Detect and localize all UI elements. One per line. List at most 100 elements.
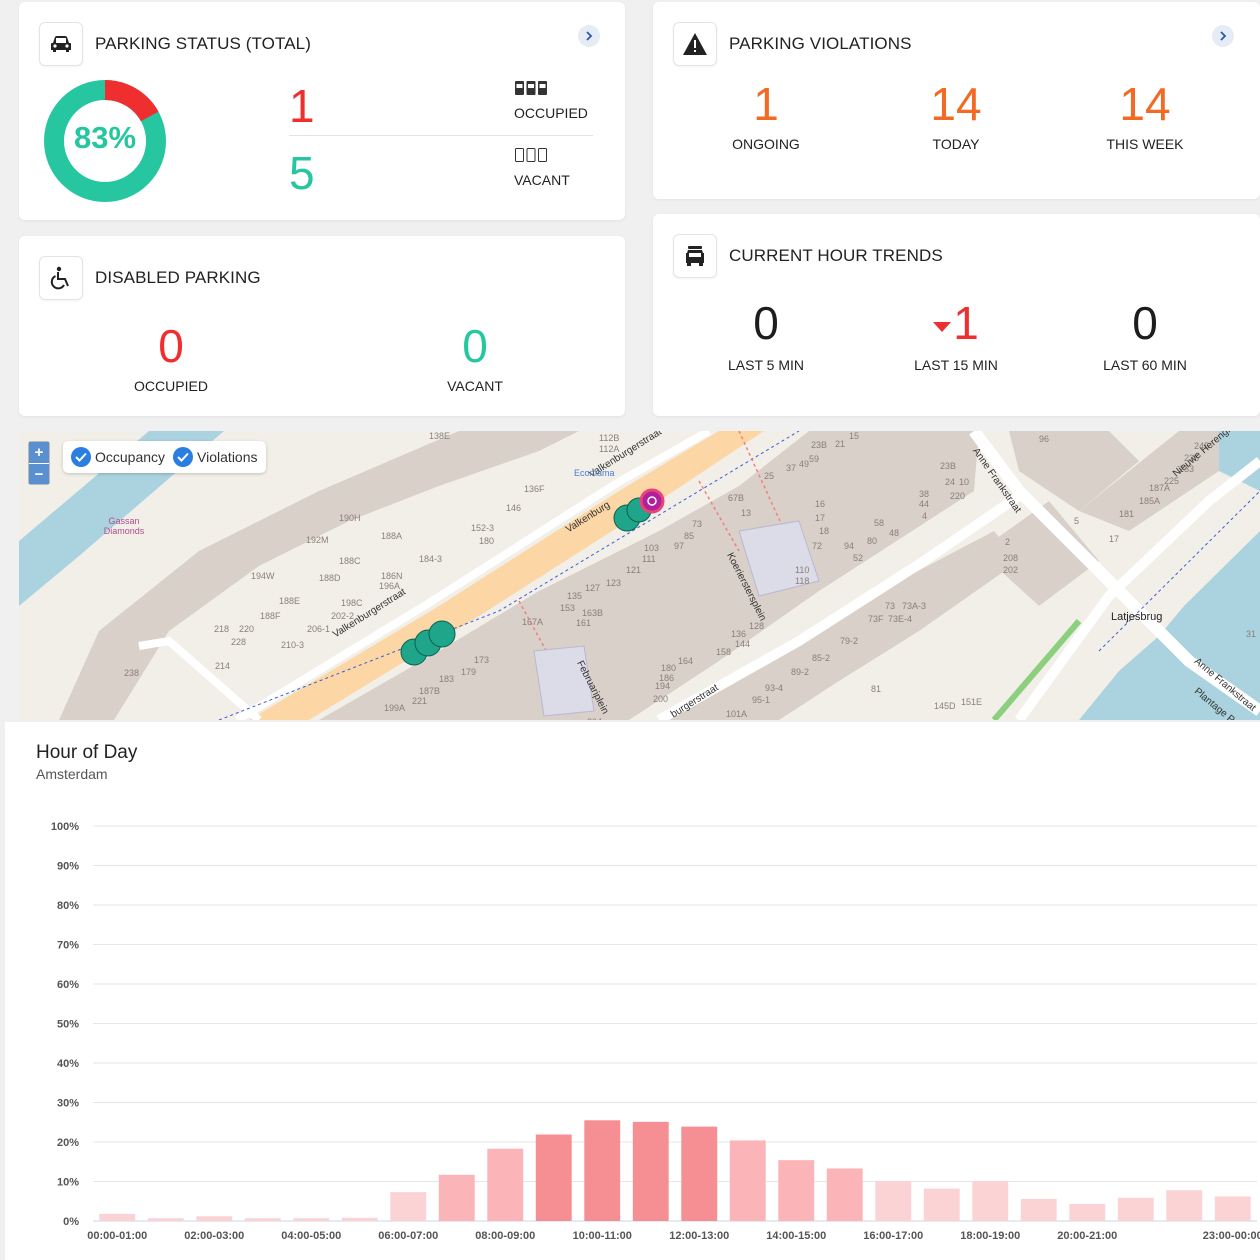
disabled-vacant-label: VACANT xyxy=(447,378,503,394)
y-tick-label: 50% xyxy=(57,1019,79,1031)
map-house-number: 145D xyxy=(934,701,956,711)
occupied-count: 1 xyxy=(289,80,315,132)
x-tick-label: 04:00-05:00 xyxy=(281,1230,341,1242)
occupancy-checkbox[interactable] xyxy=(71,447,91,467)
card-title: DISABLED PARKING xyxy=(95,268,261,287)
bar[interactable] xyxy=(923,1188,960,1221)
x-tick-label: 18:00-19:00 xyxy=(960,1230,1020,1242)
map-house-number: 89-2 xyxy=(791,667,810,677)
zoom-in-button[interactable]: + xyxy=(29,442,49,463)
bar[interactable] xyxy=(196,1216,233,1221)
bar[interactable] xyxy=(244,1218,281,1221)
y-tick-label: 10% xyxy=(57,1177,79,1189)
bar[interactable] xyxy=(632,1121,669,1221)
x-tick-label: 02:00-03:00 xyxy=(184,1230,244,1242)
violations-layer-label[interactable]: Violations xyxy=(197,449,257,465)
bar[interactable] xyxy=(972,1181,1009,1221)
hour-of-day-bar-chart: 0% 10% 20% 30% 40% 50% 60% 70% 80% 90% 100% 00:00-0… xyxy=(51,821,1260,1242)
y-tick-label: 20% xyxy=(57,1137,79,1149)
vacant-count: 5 xyxy=(289,147,315,199)
trend-down-icon xyxy=(933,321,952,332)
y-tick-label: 80% xyxy=(57,900,79,912)
bar[interactable] xyxy=(778,1160,815,1221)
map-house-number: 180 xyxy=(479,536,495,546)
chevron-right-icon[interactable] xyxy=(1212,25,1234,47)
map-zoom-control[interactable]: + − xyxy=(28,441,50,485)
car-front-icon xyxy=(673,234,717,278)
map-house-number: 59 xyxy=(809,454,820,464)
map-house-number: 198C xyxy=(341,598,363,608)
map-house-number: 85-2 xyxy=(812,653,831,663)
map-house-number: 73E-4 xyxy=(888,614,913,624)
map-house-number: 200 xyxy=(653,694,669,704)
violations-ongoing-label: ONGOING xyxy=(732,136,800,152)
bar[interactable] xyxy=(1069,1204,1106,1221)
bar[interactable] xyxy=(1117,1197,1154,1221)
occupancy-layer-label[interactable]: Occupancy xyxy=(95,449,165,465)
map-house-number: 37 xyxy=(786,463,797,473)
wheelchair-icon xyxy=(39,256,83,300)
map-house-number: 96 xyxy=(1039,434,1050,444)
bar[interactable] xyxy=(1214,1196,1251,1221)
map-house-number: 38 xyxy=(919,489,930,499)
map-house-number: 118 xyxy=(795,576,810,586)
bar[interactable] xyxy=(535,1134,572,1221)
map-poi-label: Ecomama xyxy=(574,468,615,478)
x-tick-label: 10:00-11:00 xyxy=(573,1230,632,1242)
map-house-number: 72 xyxy=(812,541,823,551)
chevron-right-icon[interactable] xyxy=(578,25,600,47)
map-house-number: 128 xyxy=(749,621,765,631)
y-tick-label: 0% xyxy=(63,1216,79,1228)
bar[interactable] xyxy=(1166,1190,1203,1221)
occupied-icon xyxy=(514,80,548,101)
disabled-occupied-value: 0 xyxy=(158,320,184,372)
map-house-number: 73 xyxy=(885,601,896,611)
map-house-number: 31 xyxy=(1246,629,1257,639)
bar[interactable] xyxy=(875,1181,912,1221)
y-tick-label: 30% xyxy=(57,1098,79,1110)
bar[interactable] xyxy=(1020,1198,1057,1221)
divider xyxy=(289,135,593,136)
map-house-number: 13 xyxy=(741,508,752,518)
map-house-number: 127 xyxy=(585,583,601,593)
hour-of-day-chart-card: Hour of Day Amsterdam 0% 10% 20% 30% 40% 50% 6… xyxy=(5,722,1260,1260)
bar[interactable] xyxy=(293,1218,330,1221)
map-house-number: 103 xyxy=(644,543,660,553)
vacant-icon xyxy=(514,147,548,168)
bar[interactable] xyxy=(584,1120,621,1221)
map-house-number: 202 xyxy=(1003,565,1019,575)
map-house-number: 167A xyxy=(522,617,544,627)
violations-ongoing-value: 1 xyxy=(753,78,779,130)
map-house-number: 179 xyxy=(461,667,477,677)
violations-checkbox[interactable] xyxy=(173,447,194,467)
bar[interactable] xyxy=(826,1168,863,1221)
bar[interactable] xyxy=(341,1217,378,1221)
map-house-number: 188C xyxy=(339,556,361,566)
violations-week-value: 14 xyxy=(1119,78,1171,130)
trend-60min-label: LAST 60 MIN xyxy=(1103,357,1187,373)
parking-map[interactable]: 138E 112B 112A 136F 146 190H 192M 188A 152-3 180 1… xyxy=(19,431,1260,720)
zoom-out-button[interactable]: − xyxy=(29,463,49,484)
bar[interactable] xyxy=(147,1218,184,1221)
bar[interactable] xyxy=(390,1192,427,1221)
warning-icon xyxy=(673,22,717,66)
map-house-number: 15 xyxy=(849,431,860,441)
map-house-number: 73F xyxy=(868,614,884,624)
map-house-number: 73A-3 xyxy=(902,601,927,611)
map-house-number: 194 xyxy=(655,681,671,691)
bar[interactable] xyxy=(681,1126,718,1221)
bar[interactable] xyxy=(729,1140,766,1221)
map-house-number: 208 xyxy=(1003,553,1019,563)
map-house-number: 180 xyxy=(661,663,677,673)
map-canvas[interactable] xyxy=(19,431,1260,720)
parking-status-card: PARKING STATUS (TOTAL) 83% 1 5 OCCUPIED … xyxy=(19,2,625,220)
map-house-number: 123 xyxy=(606,578,622,588)
map-house-number: 23B xyxy=(811,440,828,450)
bar[interactable] xyxy=(438,1174,475,1221)
vacant-label: VACANT xyxy=(514,172,570,188)
bar[interactable] xyxy=(487,1148,524,1221)
map-house-number: 94 xyxy=(844,541,855,551)
map-house-number: 67B xyxy=(728,493,745,503)
bar[interactable] xyxy=(99,1213,136,1221)
x-tick-label: 14:00-15:00 xyxy=(766,1230,826,1242)
